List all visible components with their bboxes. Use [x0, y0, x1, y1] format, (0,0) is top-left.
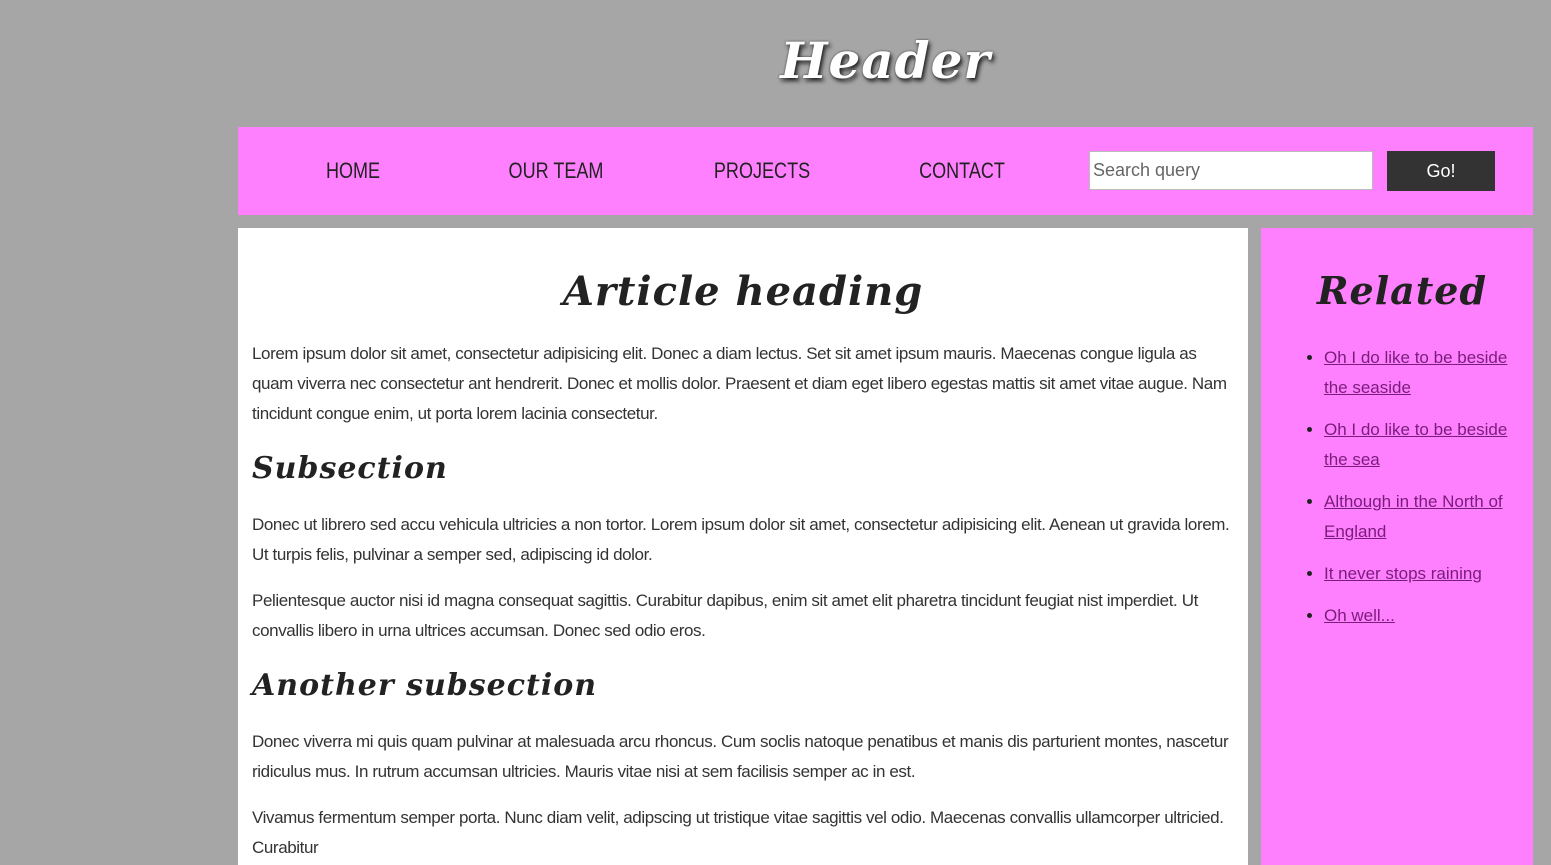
- subsection-paragraph: Pelientesque auctor nisi id magna conseq…: [252, 591, 1198, 640]
- related-link[interactable]: It never stops raining: [1324, 564, 1482, 583]
- site-title: Header: [780, 31, 991, 90]
- go-button[interactable]: Go!: [1387, 151, 1495, 191]
- another-subsection-paragraph: Donec viverra mi quis quam pulvinar at m…: [252, 732, 1229, 781]
- related-list-item: Oh I do like to be beside the seaside: [1324, 343, 1515, 403]
- related-heading: Related: [1316, 268, 1488, 313]
- main-article: Article heading Lorem ipsum dolor sit am…: [238, 228, 1248, 865]
- related-list-item: Although in the North of England: [1324, 487, 1515, 547]
- nav-bar: HOME OUR TEAM PROJECTS CONTACT Go!: [238, 127, 1533, 215]
- related-list-item: It never stops raining: [1324, 559, 1515, 589]
- related-link[interactable]: Oh I do like to be beside the sea: [1324, 420, 1507, 469]
- related-sidebar: Related Oh I do like to be beside the se…: [1261, 228, 1533, 865]
- nav-link-projects[interactable]: PROJECTS: [714, 127, 810, 215]
- another-subsection-heading: Another subsection: [252, 668, 598, 703]
- site-header: Header: [238, 0, 1533, 127]
- search-input[interactable]: [1089, 151, 1373, 190]
- related-link[interactable]: Oh I do like to be beside the seaside: [1324, 348, 1507, 397]
- related-list-item: Oh I do like to be beside the sea: [1324, 415, 1515, 475]
- related-list: Oh I do like to be beside the seaside Oh…: [1289, 343, 1515, 631]
- related-list-item: Oh well...: [1324, 601, 1515, 631]
- article-heading: Article heading: [562, 268, 924, 315]
- related-link[interactable]: Although in the North of England: [1324, 492, 1503, 541]
- article-intro-paragraph: Lorem ipsum dolor sit amet, consectetur …: [252, 344, 1227, 423]
- nav-link-home[interactable]: HOME: [308, 127, 398, 215]
- related-link[interactable]: Oh well...: [1324, 606, 1395, 625]
- nav-link-contact[interactable]: CONTACT: [916, 127, 1008, 215]
- subsection-paragraph: Donec ut librero sed accu vehicula ultri…: [252, 515, 1230, 564]
- subsection-heading: Subsection: [252, 451, 448, 486]
- another-subsection-paragraph: Vivamus fermentum semper porta. Nunc dia…: [252, 808, 1224, 857]
- nav-link-our-team[interactable]: OUR TEAM: [507, 127, 605, 215]
